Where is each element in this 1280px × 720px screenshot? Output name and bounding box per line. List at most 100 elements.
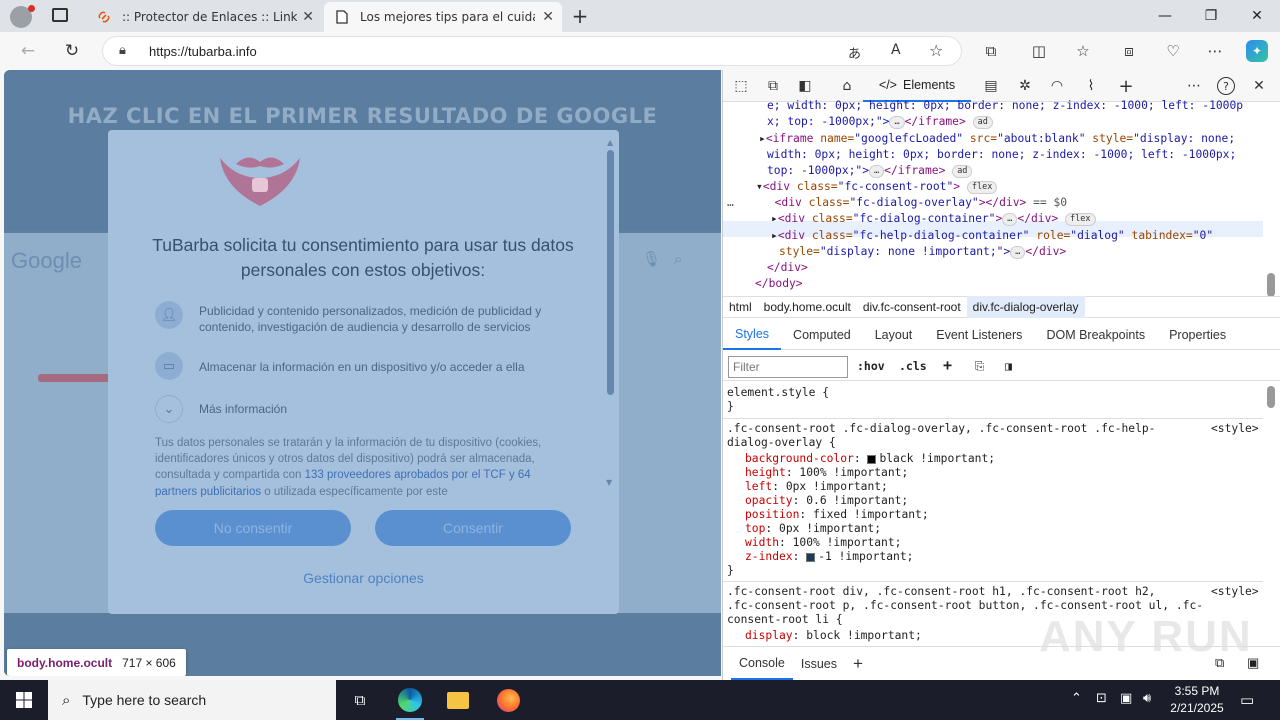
dom-line[interactable]: top: -1000px;">… </iframe> ad [767, 163, 973, 179]
tab-event-listeners[interactable]: Event Listeners [924, 320, 1034, 350]
class-toggle[interactable]: .cls [899, 359, 927, 373]
copilot-icon[interactable]: ✦ [1246, 40, 1268, 62]
dom-line[interactable]: ▸<div class="fc-dialog-container">… </div… [771, 211, 1096, 227]
dom-line[interactable]: style="display: none !important;">… </div… [779, 244, 1066, 260]
read-aloud-icon[interactable]: A [891, 42, 901, 58]
add-drawer-tab-icon[interactable]: + [845, 647, 871, 680]
close-window-button[interactable]: ✕ [1234, 0, 1280, 32]
network-icon[interactable]: ▣ [1120, 691, 1132, 706]
css-declaration[interactable]: z-index: -1 !important; [745, 550, 913, 564]
chevron-down-icon[interactable]: ⌄ [155, 395, 183, 423]
dom-line[interactable]: x; top: -1000px;">… </iframe> ad [767, 114, 993, 130]
tab-console[interactable]: Console [731, 647, 793, 680]
close-tab-icon[interactable]: ✕ [302, 9, 314, 25]
css-declaration[interactable]: background-color: black !important; [745, 452, 995, 466]
split-screen-icon[interactable]: ◫ [1028, 40, 1050, 62]
dom-line[interactable]: width: 0px; height: 0px; border: none; z… [767, 147, 1236, 163]
css-declaration[interactable]: opacity: 0.6 !important; [745, 494, 908, 508]
sources-bug-icon[interactable]: ✲ [1015, 77, 1035, 95]
element-style-rule[interactable]: element.style { [727, 386, 829, 400]
css-declaration[interactable]: position: fixed !important; [745, 508, 929, 522]
edge-app-icon[interactable] [386, 680, 434, 720]
back-button[interactable]: ← [14, 38, 42, 64]
device-emulation-icon[interactable]: ⧉ [763, 77, 783, 95]
breadcrumb-item[interactable]: body.home.ocult [758, 296, 857, 318]
url-text[interactable]: https://tubarba.info [149, 44, 257, 59]
translate-icon[interactable]: あ [848, 43, 861, 62]
tab-link-protector[interactable]: :: Protector de Enlaces :: Link Prot ✕ [86, 2, 322, 32]
more-tabs-plus-icon[interactable]: + [1116, 76, 1136, 97]
close-drawer-icon[interactable]: ▣ [1247, 655, 1259, 671]
ellipsis-pill[interactable]: … [869, 164, 885, 178]
accept-button[interactable]: Consentir [375, 510, 571, 546]
restore-button[interactable]: ❐ [1188, 0, 1234, 32]
new-rule-plus-icon[interactable]: + [943, 356, 952, 374]
firefox-app-icon[interactable] [484, 680, 532, 720]
help-icon[interactable]: ? [1217, 77, 1235, 95]
hover-state-toggle[interactable]: :hov [857, 359, 885, 373]
taskbar-search[interactable]: ⌕ Type here to search [48, 680, 336, 720]
dom-scrollbar-thumb[interactable] [1267, 273, 1275, 297]
start-button[interactable] [0, 680, 48, 720]
favorites-icon[interactable]: ☆ [1072, 40, 1094, 62]
dom-line[interactable]: e; width: 0px; height: 0px; border: none… [767, 98, 1243, 114]
ellipsis-pill[interactable]: … [889, 115, 905, 129]
dialog-scrollbar-thumb[interactable] [607, 150, 614, 395]
dock-drawer-icon[interactable]: ⧉ [1215, 655, 1224, 671]
minimize-button[interactable]: — [1142, 0, 1188, 32]
dom-line[interactable]: … <div class="fc-dialog-overlay"></div> … [727, 195, 1067, 211]
ad-badge[interactable]: ad [972, 115, 993, 129]
welcome-home-icon[interactable]: ⌂ [837, 77, 857, 95]
ellipsis-pill[interactable]: … [1010, 245, 1026, 259]
scroll-down-icon[interactable]: ▼ [606, 478, 612, 487]
more-menu-icon[interactable]: ⋯ [1204, 40, 1226, 62]
ellipsis-pill[interactable]: … [1002, 212, 1018, 226]
volume-icon[interactable]: 🔊︎ [1143, 691, 1151, 706]
meet-now-icon[interactable]: ⊡ [1096, 691, 1107, 706]
favorite-star-icon[interactable]: ☆ [929, 41, 943, 60]
tab-actions-icon[interactable] [52, 8, 68, 22]
taskbar-clock[interactable]: 3:55 PM 2/21/2025 [1162, 683, 1232, 717]
console-tab-icon[interactable]: ▤ [981, 77, 1001, 95]
rule-source[interactable]: <style> [1211, 422, 1259, 436]
dom-line[interactable]: ▾<div class="fc-consent-root"> flex [756, 179, 998, 195]
file-explorer-icon[interactable] [434, 680, 482, 720]
task-view-icon[interactable]: ⧉ [336, 680, 384, 720]
paint-brush-icon[interactable]: ⎘ [975, 359, 984, 374]
flex-badge[interactable]: flex [966, 180, 998, 194]
scroll-up-icon[interactable]: ▲ [607, 138, 613, 147]
css-declaration[interactable]: display: block !important; [745, 629, 922, 643]
css-declaration[interactable]: left: 0px !important; [745, 480, 888, 494]
browser-essentials-icon[interactable]: ♡ [1162, 40, 1184, 62]
color-swatch-icon[interactable] [806, 552, 816, 562]
tab-issues[interactable]: Issues [793, 647, 845, 680]
breadcrumb-item-selected[interactable]: div.fc-dialog-overlay [966, 296, 1085, 318]
rule-selector[interactable]: dialog-overlay { [727, 436, 836, 450]
tab-dom-breakpoints[interactable]: DOM Breakpoints [1034, 320, 1157, 350]
css-declaration[interactable]: top: 0px !important; [745, 522, 881, 536]
tab-computed[interactable]: Computed [781, 320, 863, 350]
ad-badge[interactable]: ad [952, 164, 973, 178]
rule-selector[interactable]: .fc-consent-root .fc-dialog-overlay, .fc… [727, 422, 1155, 436]
css-declaration[interactable]: width: 100% !important; [745, 536, 901, 550]
tab-layout[interactable]: Layout [863, 320, 925, 350]
performance-icon[interactable]: ⌇ [1081, 77, 1101, 95]
more-info-label[interactable]: Más información [199, 401, 569, 417]
breadcrumb-item[interactable]: html [723, 296, 758, 318]
network-wifi-icon[interactable]: ◠ [1047, 77, 1067, 95]
close-devtools-icon[interactable]: ✕ [1249, 77, 1269, 95]
rule-selector[interactable]: .fc-consent-root div, .fc-consent-root h… [727, 585, 1155, 599]
css-declaration[interactable]: height: 100% !important; [745, 466, 908, 480]
dom-line[interactable]: </div> [767, 260, 808, 276]
breadcrumb-item[interactable]: div.fc-consent-root [857, 296, 967, 318]
devtools-more-icon[interactable]: ⋯ [1184, 77, 1204, 95]
tab-properties[interactable]: Properties [1157, 320, 1238, 350]
rule-source[interactable]: <style> [1211, 585, 1259, 599]
more-info-toggle[interactable]: ⌄ [155, 394, 183, 424]
dom-line[interactable]: </body> [755, 276, 803, 292]
notifications-icon[interactable]: ▭ [1240, 691, 1254, 709]
rule-selector[interactable]: consent-root li { [727, 613, 843, 627]
inspect-element-icon[interactable]: ⬚ [731, 77, 751, 95]
collections-icon[interactable]: ⧈ [1118, 40, 1140, 62]
styles-scrollbar-thumb[interactable] [1267, 386, 1275, 408]
